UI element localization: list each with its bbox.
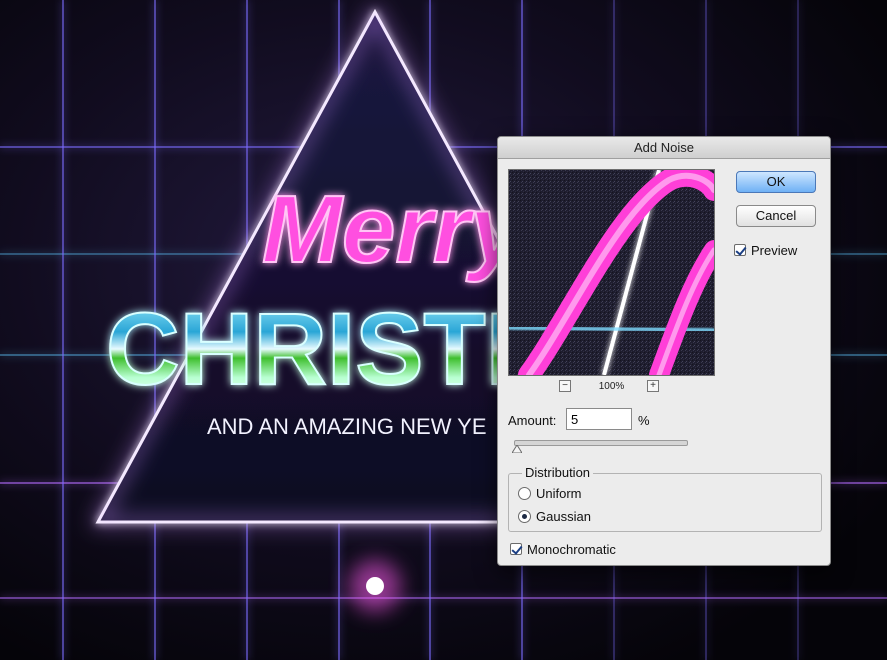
zoom-in-button[interactable]: + [647,380,659,392]
noise-preview[interactable] [508,169,715,376]
gaussian-radio[interactable] [518,510,531,523]
plus-icon: + [650,380,656,391]
tagline: AND AN AMAZING NEW YE [207,414,487,439]
distribution-title: Distribution [522,465,594,480]
monochromatic-label[interactable]: Monochromatic [527,542,616,557]
zoom-controls: − 100% + [508,379,715,393]
amount-input[interactable] [566,408,632,430]
gaussian-label[interactable]: Gaussian [536,509,591,524]
amount-label: Amount: [508,413,557,428]
amount-slider[interactable] [514,440,688,446]
preview-image [509,170,714,375]
add-noise-dialog: Add Noise − 100% + OK Cancel Preview Amo… [497,136,831,566]
uniform-label[interactable]: Uniform [536,486,582,501]
preview-label[interactable]: Preview [751,243,797,258]
monochromatic-checkbox[interactable] [510,543,522,555]
headline-script: Merry [262,176,528,283]
preview-checkbox[interactable] [734,244,746,256]
triangle-thumb-icon[interactable] [512,445,522,453]
uniform-radio[interactable] [518,487,531,500]
zoom-level: 100% [598,381,625,392]
amount-unit: % [638,413,650,428]
dialog-title[interactable]: Add Noise [498,137,830,159]
ok-button[interactable]: OK [736,171,816,193]
cancel-button[interactable]: Cancel [736,205,816,227]
